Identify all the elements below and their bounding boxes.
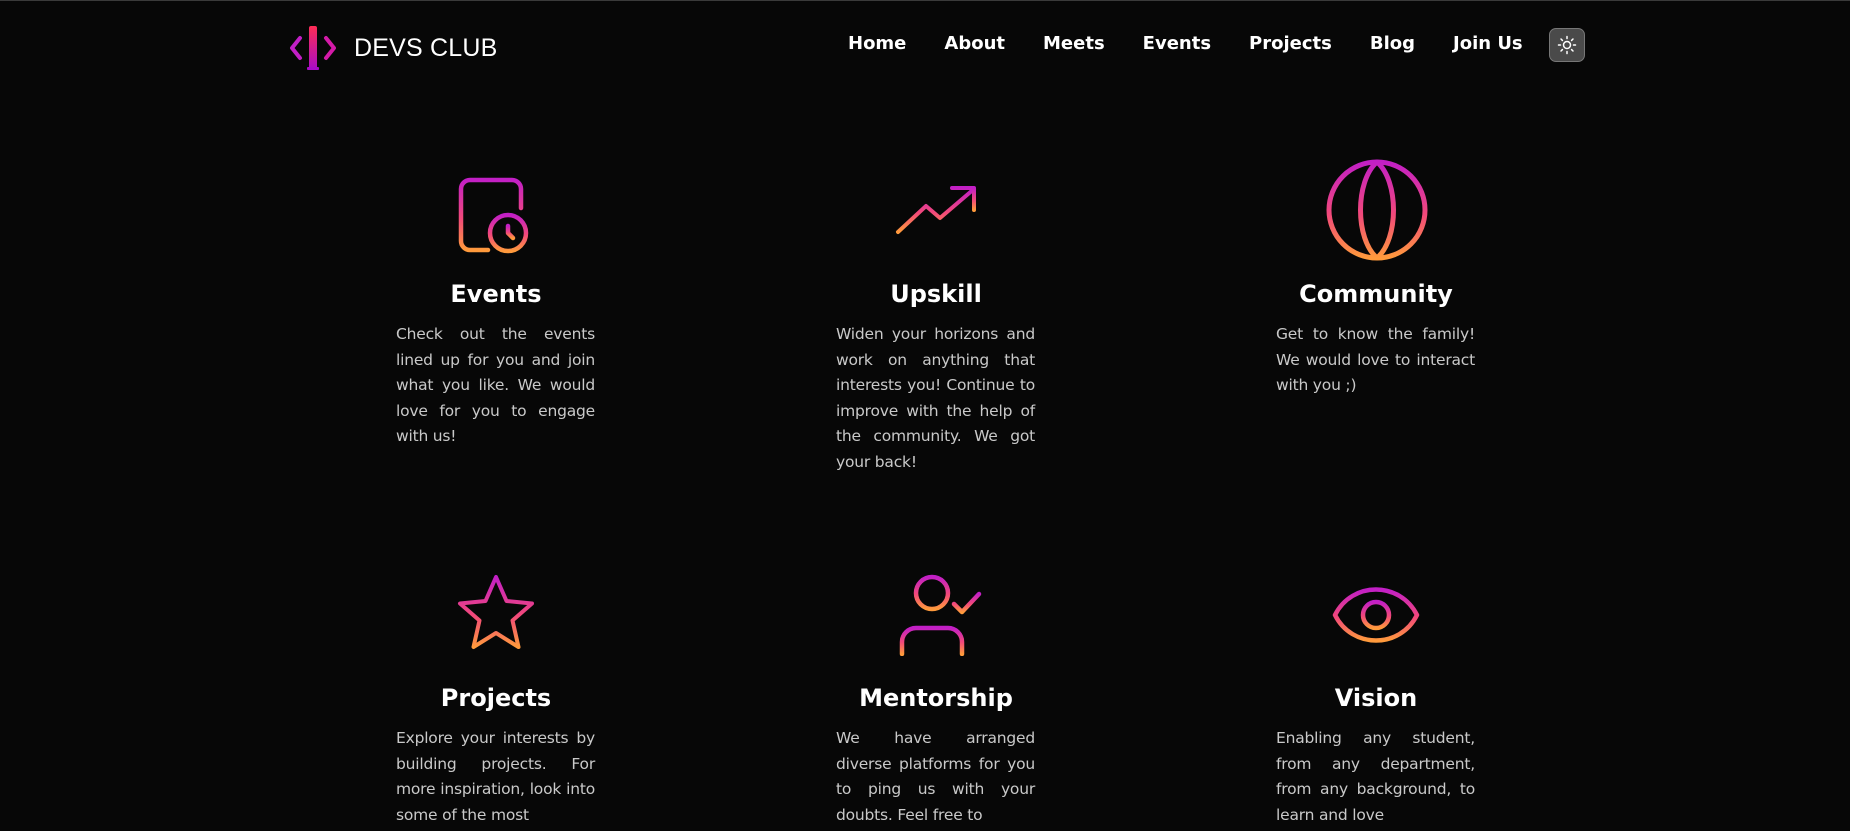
feature-title: Community [1299, 280, 1453, 308]
feature-description: Check out the events lined up for you an… [396, 325, 595, 445]
trending-up-icon [896, 186, 976, 234]
feature-description: Explore your interests by building proje… [396, 729, 595, 824]
feature-description: We have arranged diverse platforms for y… [836, 729, 1035, 824]
globe-icon [1326, 159, 1428, 261]
star-icon [458, 575, 534, 649]
feature-description: Get to know the family! We would love to… [1276, 325, 1475, 394]
feature-title: Upskill [890, 280, 982, 308]
feature-title: Events [450, 280, 542, 308]
eye-icon [1332, 587, 1420, 643]
user-check-icon [899, 574, 982, 656]
features-section: Events Check out the events lined up for… [0, 0, 1850, 831]
feature-title: Projects [440, 684, 552, 712]
feature-title: Mentorship [859, 684, 1013, 712]
feature-title: Vision [1334, 684, 1418, 712]
feature-description: Enabling any student, from any departmen… [1276, 729, 1475, 824]
feature-description: Widen your horizons and work on anything… [836, 325, 1035, 471]
calendar-clock-icon [458, 170, 529, 254]
